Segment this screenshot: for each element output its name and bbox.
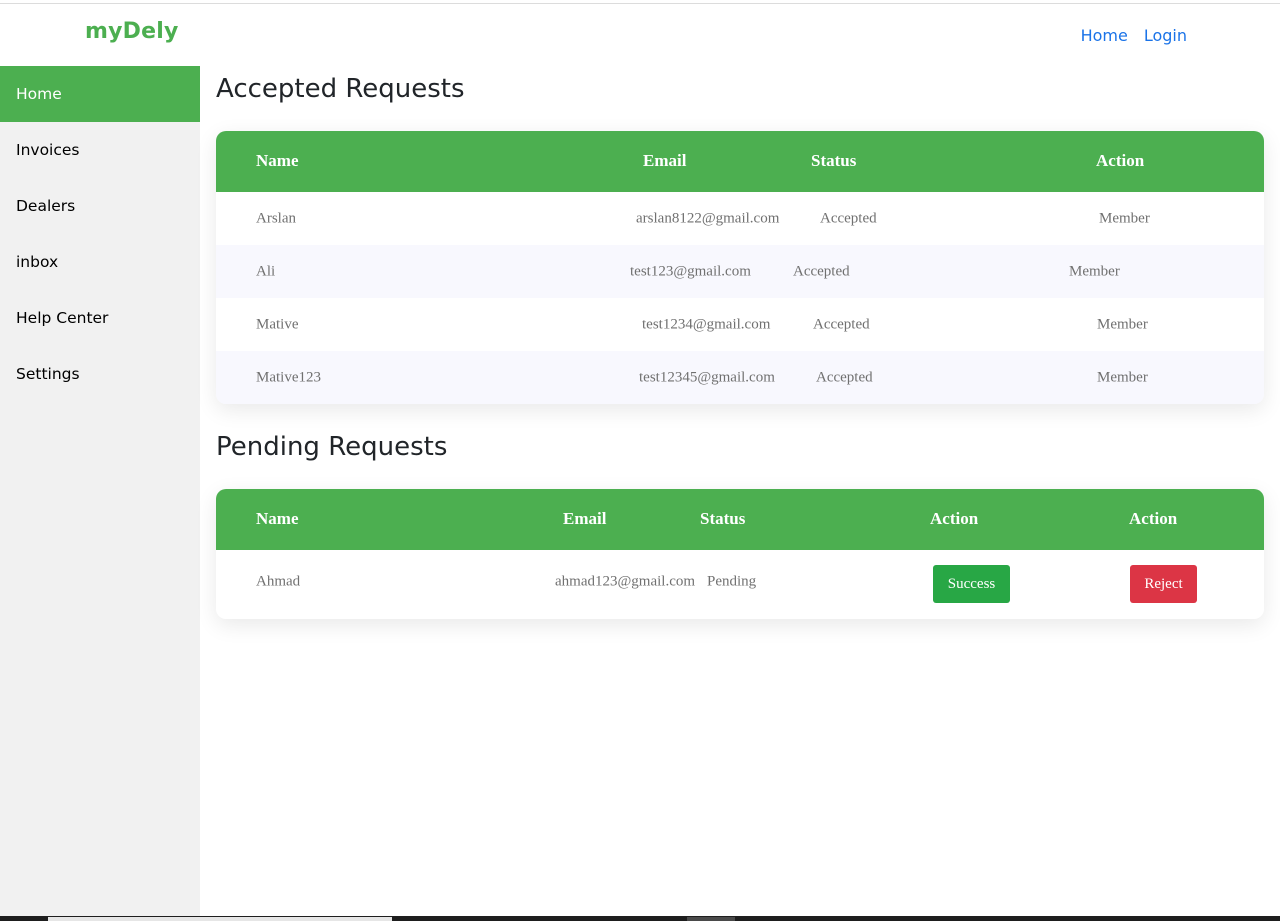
- row-status: Accepted: [813, 316, 870, 332]
- column-header-name: Name: [256, 509, 299, 528]
- table-row: Mative test1234@gmail.com Accepted Membe…: [216, 298, 1264, 351]
- sidebar-item-settings[interactable]: Settings: [0, 346, 200, 402]
- success-button-cell: Success: [933, 565, 1010, 603]
- nav-login-link[interactable]: Login: [1144, 26, 1187, 45]
- accepted-requests-table: Name Email Status Action Arslan arslan81…: [216, 131, 1264, 404]
- accepted-requests-title: Accepted Requests: [216, 74, 465, 104]
- row-status: Pending: [707, 573, 757, 590]
- row-action: Member: [1097, 369, 1148, 385]
- table-row: Ahmad ahmad123@gmail.com Pending Success…: [216, 550, 1264, 619]
- column-header-status: Status: [811, 151, 857, 170]
- row-email: test1234@gmail.com: [642, 316, 771, 332]
- row-action: Member: [1097, 316, 1148, 332]
- row-email: ahmad123@gmail.com: [555, 573, 696, 590]
- row-name: Mative: [256, 316, 299, 332]
- reject-button[interactable]: Reject: [1130, 565, 1197, 603]
- sidebar: Home Invoices Dealers inbox Help Center …: [0, 66, 200, 916]
- row-status: Accepted: [820, 210, 877, 226]
- row-action: Member: [1069, 263, 1120, 279]
- top-nav: Home Login: [1081, 26, 1187, 45]
- row-name: Arslan: [256, 210, 296, 226]
- pending-requests-title: Pending Requests: [216, 432, 448, 462]
- row-action: Member: [1099, 210, 1150, 226]
- row-status: Accepted: [816, 369, 873, 385]
- brand-logo[interactable]: myDely: [85, 19, 179, 44]
- sidebar-item-dealers[interactable]: Dealers: [0, 178, 200, 234]
- table-row: Arslan arslan8122@gmail.com Accepted Mem…: [216, 192, 1264, 245]
- reject-button-cell: Reject: [1130, 565, 1197, 603]
- sidebar-item-inbox[interactable]: inbox: [0, 234, 200, 290]
- table-header: Name Email Status Action: [216, 131, 1264, 192]
- row-email: test123@gmail.com: [630, 263, 751, 279]
- column-header-action-2: Action: [1129, 509, 1178, 528]
- row-name: Ali: [256, 263, 276, 279]
- nav-home-link[interactable]: Home: [1081, 26, 1128, 45]
- row-email: arslan8122@gmail.com: [636, 210, 780, 226]
- top-navbar: myDely Home Login: [0, 4, 1280, 66]
- table-row: Mative123 test12345@gmail.com Accepted M…: [216, 351, 1264, 404]
- column-header-email: Email: [643, 151, 687, 170]
- sidebar-item-help-center[interactable]: Help Center: [0, 290, 200, 346]
- column-header-action: Action: [1096, 151, 1145, 170]
- row-status: Accepted: [793, 263, 850, 279]
- pending-requests-table: Name Email Status Action Action Ahmad ah…: [216, 489, 1264, 619]
- sidebar-item-invoices[interactable]: Invoices: [0, 122, 200, 178]
- table-row: Ali test123@gmail.com Accepted Member: [216, 245, 1264, 298]
- row-email: test12345@gmail.com: [639, 369, 775, 385]
- row-name: Mative123: [256, 369, 321, 385]
- sidebar-item-home[interactable]: Home: [0, 66, 200, 122]
- column-header-name: Name: [256, 151, 299, 170]
- success-button[interactable]: Success: [933, 565, 1010, 603]
- column-header-action: Action: [930, 509, 979, 528]
- scrollbar-thumb[interactable]: [48, 917, 392, 921]
- column-header-email: Email: [563, 509, 607, 528]
- table-header: Name Email Status Action Action: [216, 489, 1264, 550]
- scrollbar-thumb-secondary: [687, 917, 735, 921]
- column-header-status: Status: [700, 509, 746, 528]
- taskbar-strip: [0, 916, 1280, 921]
- row-name: Ahmad: [256, 573, 301, 590]
